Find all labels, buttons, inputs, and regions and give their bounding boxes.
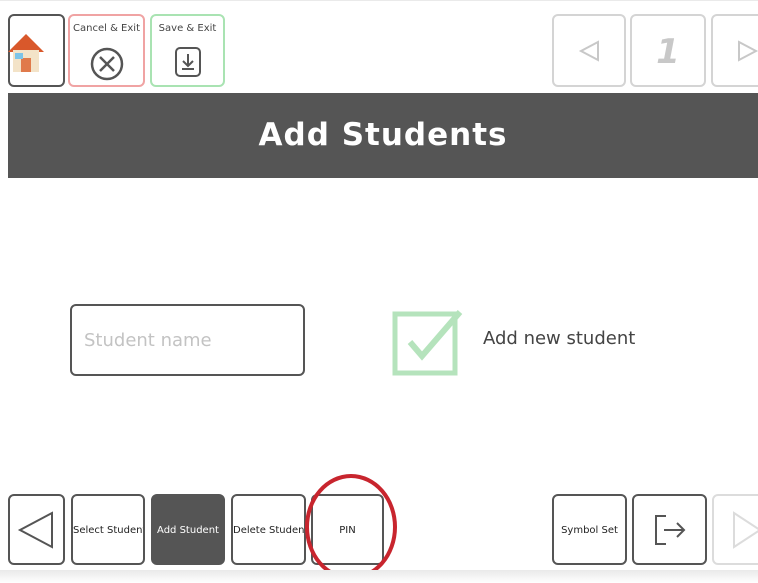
select-student-label: Select Student — [73, 525, 145, 536]
top-divider — [0, 0, 758, 1]
delete-student-button[interactable]: Delete Student — [231, 494, 306, 565]
add-new-student-label[interactable]: Add new student — [483, 328, 635, 349]
page-title: Add Students — [258, 117, 508, 153]
pin-label: PIN — [339, 525, 356, 536]
symbol-set-label: Symbol Set — [561, 525, 618, 536]
triangle-left-icon — [578, 40, 599, 62]
pin-button[interactable]: PIN — [311, 494, 384, 565]
triangle-left-icon — [17, 511, 53, 549]
student-name-input[interactable] — [70, 304, 305, 376]
bottom-shadow — [0, 570, 758, 583]
page-number-display: 1 — [630, 14, 706, 87]
download-icon — [174, 47, 201, 77]
cancel-exit-button[interactable]: Cancel & Exit — [68, 14, 145, 87]
back-button[interactable] — [8, 494, 65, 565]
select-student-button[interactable]: Select Student — [71, 494, 145, 565]
forward-button[interactable] — [712, 494, 758, 565]
house-icon — [8, 34, 44, 72]
triangle-right-icon — [733, 511, 758, 549]
cancel-exit-label: Cancel & Exit — [73, 23, 140, 34]
circle-x-icon — [90, 47, 123, 81]
home-button[interactable] — [8, 14, 65, 87]
page-header: Add Students — [8, 93, 758, 178]
triangle-right-icon — [738, 40, 758, 62]
save-exit-label: Save & Exit — [158, 23, 217, 34]
symbol-set-button[interactable]: Symbol Set — [552, 494, 627, 565]
delete-student-label: Delete Student — [233, 525, 306, 536]
exit-button[interactable] — [632, 494, 707, 565]
add-student-label: Add Student — [157, 525, 219, 536]
exit-arrow-icon — [655, 515, 686, 545]
page-number: 1 — [656, 32, 680, 72]
previous-page-button[interactable] — [552, 14, 626, 87]
add-student-button[interactable]: Add Student — [151, 494, 225, 565]
checkbox-check-icon[interactable] — [392, 304, 464, 376]
next-page-button[interactable] — [711, 14, 758, 87]
save-exit-button[interactable]: Save & Exit — [150, 14, 225, 87]
